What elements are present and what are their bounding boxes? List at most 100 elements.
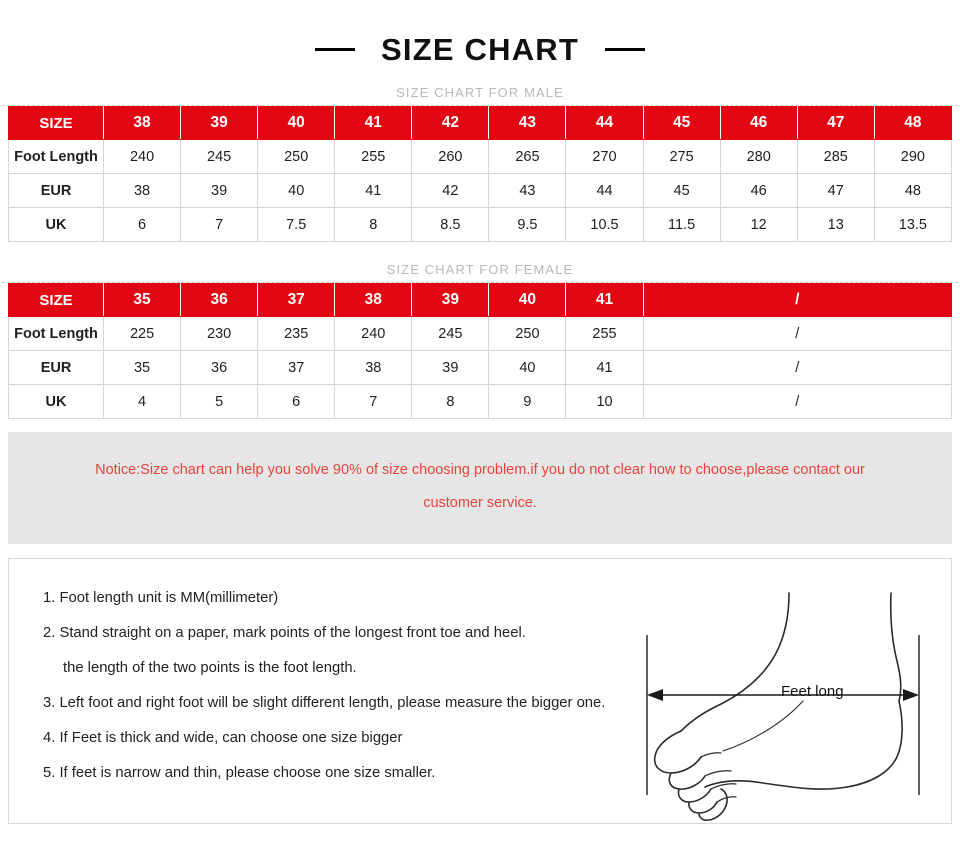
list-item: 4. If Feet is thick and wide, can choose… <box>43 730 403 746</box>
female-uk-cell: 4 <box>102 384 182 419</box>
female-section-caption: SIZE CHART FOR FEMALE <box>386 262 574 277</box>
female-uk-empty-cell: / <box>642 384 953 419</box>
male-size-cell: 42 <box>411 106 490 140</box>
female-footlength-cell: 240 <box>334 316 413 351</box>
list-item: 5. If feet is narrow and thin, please ch… <box>43 765 436 781</box>
title-dash-right-icon <box>605 48 645 51</box>
male-footlength-cell: 285 <box>796 139 875 174</box>
table-row: SIZE 35 36 37 38 39 40 41 / <box>8 283 953 317</box>
female-table-wrap: SIZE 35 36 37 38 39 40 41 / Foot Length … <box>0 283 960 419</box>
male-footlength-cell: 250 <box>257 139 336 174</box>
page-title-row: SIZE CHART <box>0 0 960 65</box>
male-section-caption: SIZE CHART FOR MALE <box>396 85 564 100</box>
male-footlength-cell: 260 <box>411 139 490 174</box>
title-dash-left-icon <box>315 48 355 51</box>
female-eur-cell: 41 <box>565 350 644 385</box>
female-uk-cell: 10 <box>565 384 644 419</box>
male-eur-cell: 45 <box>642 173 721 208</box>
male-size-cell: 48 <box>873 106 953 140</box>
male-uk-cell: 13.5 <box>873 207 953 242</box>
male-uk-cell: 8 <box>334 207 413 242</box>
female-uk-cell: 8 <box>411 384 490 419</box>
table-row: EUR 38 39 40 41 42 43 44 45 46 47 48 <box>8 173 953 208</box>
male-footlength-cell: 240 <box>102 139 182 174</box>
male-footlength-cell: 245 <box>180 139 259 174</box>
instructions-box: 1. Foot length unit is MM(millimeter) 2.… <box>8 558 952 824</box>
male-uk-cell: 6 <box>102 207 182 242</box>
male-size-cell: 39 <box>180 106 259 140</box>
male-header-label: SIZE <box>8 106 104 140</box>
notice-line-1: Notice:Size chart can help you solve 90%… <box>95 462 865 478</box>
list-item: 2. Stand straight on a paper, mark point… <box>43 625 526 641</box>
arrow-head-right-icon <box>903 689 919 701</box>
male-uk-label: UK <box>8 207 104 242</box>
male-footlength-cell: 255 <box>334 139 413 174</box>
female-eur-cell: 38 <box>334 350 413 385</box>
male-uk-cell: 11.5 <box>642 207 721 242</box>
male-eur-cell: 42 <box>411 173 490 208</box>
female-size-cell: 38 <box>334 283 413 317</box>
female-size-cell: 35 <box>102 283 182 317</box>
instructions-list: 1. Foot length unit is MM(millimeter) 2.… <box>43 581 703 791</box>
male-size-cell: 45 <box>642 106 721 140</box>
measure-label: Feet long <box>781 683 844 700</box>
female-uk-cell: 7 <box>334 384 413 419</box>
female-eur-cell: 40 <box>488 350 567 385</box>
female-size-table: SIZE 35 36 37 38 39 40 41 / Foot Length … <box>8 283 953 419</box>
male-size-cell: 46 <box>719 106 798 140</box>
list-item: 1. Foot length unit is MM(millimeter) <box>43 590 279 606</box>
female-footlength-label: Foot Length <box>8 316 104 351</box>
female-uk-cell: 6 <box>257 384 336 419</box>
table-row: UK 4 5 6 7 8 9 10 / <box>8 384 953 419</box>
female-header-label: SIZE <box>8 283 104 317</box>
male-size-cell: 43 <box>488 106 567 140</box>
male-size-cell: 47 <box>796 106 875 140</box>
female-size-empty-cell: / <box>642 283 953 317</box>
male-eur-cell: 47 <box>796 173 875 208</box>
female-eur-cell: 36 <box>180 350 259 385</box>
table-row: EUR 35 36 37 38 39 40 41 / <box>8 350 953 385</box>
female-size-cell: 41 <box>565 283 644 317</box>
male-footlength-cell: 280 <box>719 139 798 174</box>
male-eur-cell: 46 <box>719 173 798 208</box>
female-uk-label: UK <box>8 384 104 419</box>
table-row: Foot Length 240 245 250 255 260 265 270 … <box>8 139 953 174</box>
female-size-cell: 39 <box>411 283 490 317</box>
table-row: UK 6 7 7.5 8 8.5 9.5 10.5 11.5 12 13 13.… <box>8 207 953 242</box>
size-chart-page: SIZE CHART SIZE CHART FOR MALE SIZE 38 3… <box>0 0 960 854</box>
female-footlength-cell: 245 <box>411 316 490 351</box>
male-footlength-cell: 270 <box>565 139 644 174</box>
notice-line-2: customer service. <box>423 495 537 511</box>
male-eur-cell: 39 <box>180 173 259 208</box>
male-uk-cell: 13 <box>796 207 875 242</box>
female-size-cell: 36 <box>180 283 259 317</box>
male-footlength-cell: 290 <box>873 139 953 174</box>
foot-diagram-icon <box>646 592 920 821</box>
female-uk-cell: 9 <box>488 384 567 419</box>
male-size-table: SIZE 38 39 40 41 42 43 44 45 46 47 48 Fo… <box>8 106 953 242</box>
list-item: 3. Left foot and right foot will be slig… <box>43 695 606 711</box>
male-eur-cell: 43 <box>488 173 567 208</box>
male-size-cell: 44 <box>565 106 644 140</box>
notice-banner: Notice:Size chart can help you solve 90%… <box>8 432 952 544</box>
male-footlength-cell: 275 <box>642 139 721 174</box>
male-table-wrap: SIZE 38 39 40 41 42 43 44 45 46 47 48 Fo… <box>0 106 960 242</box>
male-uk-cell: 10.5 <box>565 207 644 242</box>
female-footlength-cell: 250 <box>488 316 567 351</box>
male-uk-cell: 12 <box>719 207 798 242</box>
female-eur-cell: 35 <box>102 350 182 385</box>
male-footlength-cell: 265 <box>488 139 567 174</box>
male-uk-cell: 7 <box>180 207 259 242</box>
female-eur-label: EUR <box>8 350 104 385</box>
male-uk-cell: 9.5 <box>488 207 567 242</box>
male-eur-cell: 38 <box>102 173 182 208</box>
female-size-cell: 37 <box>257 283 336 317</box>
male-eur-cell: 40 <box>257 173 336 208</box>
female-eur-cell: 39 <box>411 350 490 385</box>
female-footlength-empty-cell: / <box>642 316 953 351</box>
male-eur-label: EUR <box>8 173 104 208</box>
male-eur-cell: 48 <box>873 173 953 208</box>
male-size-cell: 41 <box>334 106 413 140</box>
female-eur-empty-cell: / <box>642 350 953 385</box>
foot-measurement-diagram: Feet long <box>623 591 943 823</box>
